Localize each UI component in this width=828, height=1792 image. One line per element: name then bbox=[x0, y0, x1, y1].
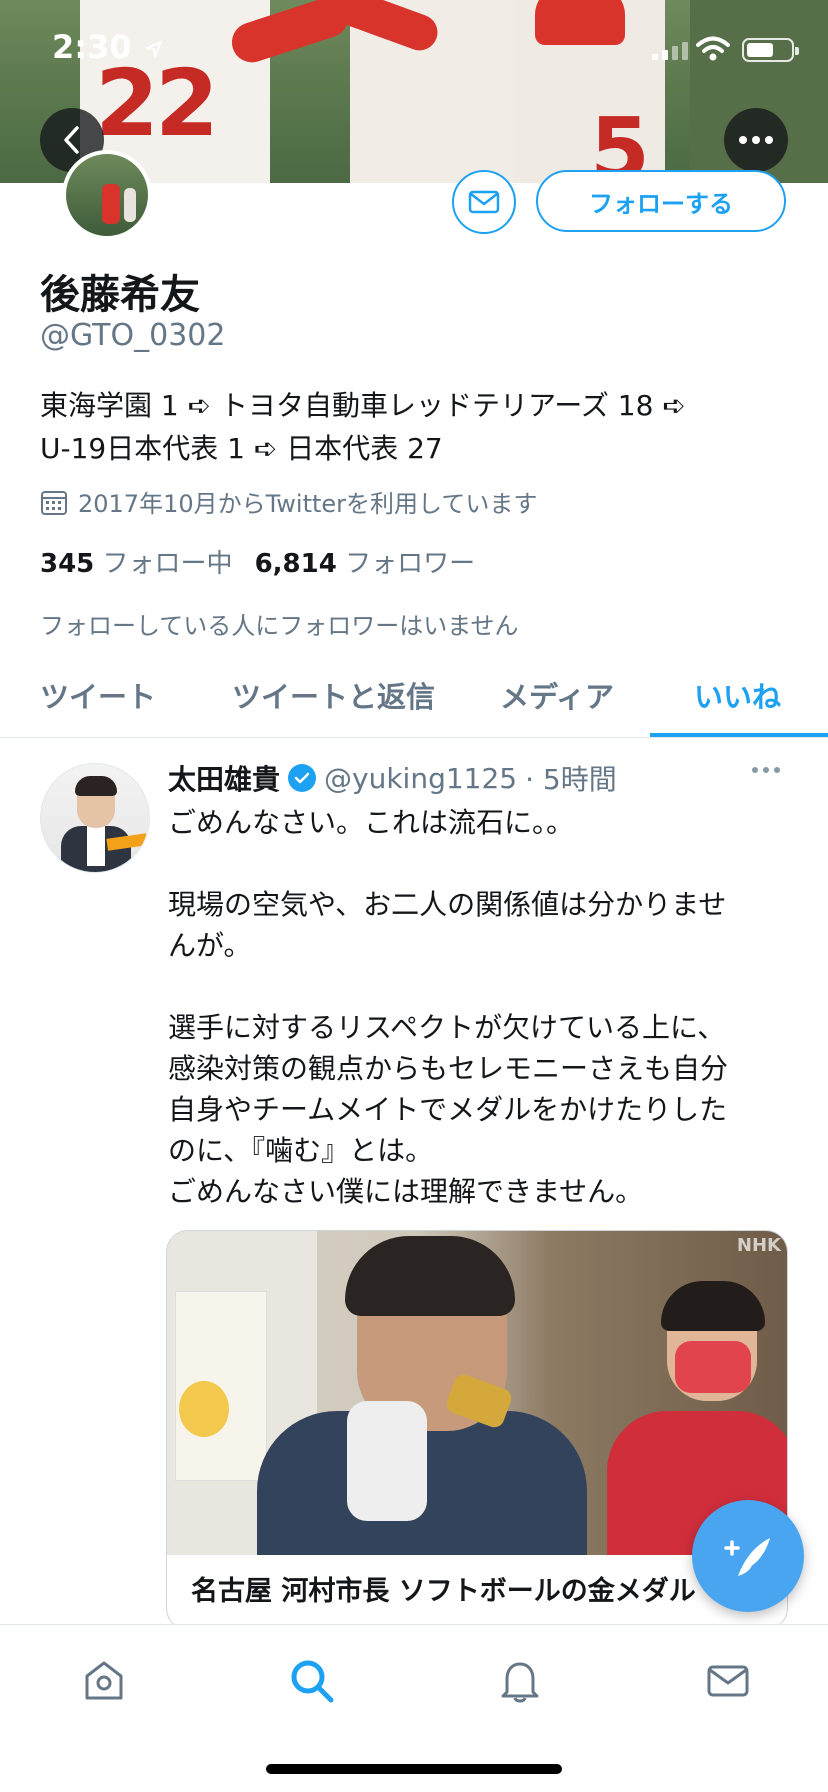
nav-home[interactable] bbox=[76, 1653, 132, 1709]
followed-by-text: フォローしている人にフォロワーはいません bbox=[40, 612, 519, 640]
profile-tabs: ツイート ツイートと返信 メディア いいね bbox=[0, 660, 828, 738]
tweet-author-avatar[interactable] bbox=[40, 763, 150, 873]
calendar-icon bbox=[41, 490, 67, 515]
nav-messages[interactable] bbox=[700, 1653, 756, 1709]
tweet-line: 感染対策の観点からもセレモニーさえも自分 bbox=[168, 1052, 729, 1085]
tweet-author-name[interactable]: 太田雄貴 bbox=[168, 758, 280, 798]
profile-avatar[interactable] bbox=[62, 150, 152, 240]
tweet-text: ごめんなさい。これは流石に。。 現場の空気や、お二人の関係値は分かりませ んが。… bbox=[168, 802, 788, 1212]
tab-tweets-and-replies[interactable]: ツイートと返信 bbox=[232, 674, 435, 716]
tweet-timestamp: · 5時間 bbox=[525, 763, 617, 796]
home-indicator bbox=[266, 1764, 562, 1774]
message-button[interactable] bbox=[452, 170, 516, 234]
tweet-line: 自身やチームメイトでメダルをかけたりした bbox=[168, 1093, 728, 1126]
profile-handle: @GTO_0302 bbox=[40, 318, 226, 353]
joined-text: 2017年10月からTwitterを利用しています bbox=[78, 490, 538, 518]
bio-line: 東海学園 1 ➪ トヨタ自動車レッドテリアーズ 18 ➪ bbox=[40, 389, 686, 422]
status-bar: 2:30 bbox=[0, 0, 828, 96]
cellular-signal-icon bbox=[652, 40, 688, 60]
link-card-image: NHK bbox=[167, 1231, 787, 1555]
search-icon bbox=[291, 1660, 334, 1703]
verified-badge-icon bbox=[288, 764, 317, 792]
compose-tweet-icon bbox=[724, 1538, 770, 1576]
location-arrow-icon bbox=[145, 41, 162, 57]
bio-line: U-19日本代表 1 ➪ 日本代表 27 bbox=[40, 432, 443, 465]
more-horizontal-icon bbox=[739, 136, 773, 144]
following-count: 345 bbox=[40, 549, 95, 579]
following-stat[interactable]: 345 フォロー中 bbox=[40, 543, 233, 580]
followers-stat[interactable]: 6,814 フォロワー bbox=[255, 543, 476, 580]
tab-media[interactable]: メディア bbox=[500, 674, 614, 716]
chevron-left-icon bbox=[64, 126, 79, 154]
follow-button[interactable]: フォローする bbox=[536, 170, 786, 232]
tab-likes[interactable]: いいね bbox=[694, 674, 781, 716]
nhk-watermark: NHK bbox=[736, 1235, 781, 1256]
status-time: 2:30 bbox=[52, 28, 163, 66]
profile-name: 後藤希友 bbox=[40, 272, 200, 318]
followers-count: 6,814 bbox=[254, 549, 337, 579]
tab-tweets[interactable]: ツイート bbox=[40, 674, 156, 716]
envelope-icon bbox=[468, 190, 500, 214]
tweet-line: ごめんなさい。これは流石に。。 bbox=[168, 806, 575, 839]
tweet-line: のに、『噛む』とは。 bbox=[168, 1134, 434, 1167]
following-label: フォロー中 bbox=[102, 549, 233, 579]
tweet-line: ごめんなさい僕には理解できません。 bbox=[168, 1175, 644, 1208]
wifi-icon bbox=[696, 36, 730, 61]
tweet-line: んが。 bbox=[168, 929, 252, 962]
followers-label: フォロワー bbox=[345, 549, 476, 579]
nav-search[interactable] bbox=[284, 1653, 340, 1709]
tweet-more-icon[interactable] bbox=[752, 760, 788, 780]
more-options-button[interactable] bbox=[724, 108, 788, 172]
tweet-line: 選手に対するリスペクトが欠けている上に、 bbox=[168, 1011, 726, 1044]
link-card-title: 名古屋 河村市長 ソフトボールの金メダル bbox=[191, 1576, 696, 1607]
profile-bio: 東海学園 1 ➪ トヨタ自動車レッドテリアーズ 18 ➪ U-19日本代表 1 … bbox=[40, 384, 780, 470]
follow-stats: 345 フォロー中 6,814 フォロワー bbox=[40, 543, 475, 580]
tweet-header: 太田雄貴 @yuking1125 · 5時間 bbox=[168, 758, 617, 798]
tweet-author-handle: @yuking1125 bbox=[324, 761, 518, 795]
joined-date: 2017年10月からTwitterを利用しています bbox=[40, 484, 537, 519]
compose-tweet-button[interactable] bbox=[692, 1500, 804, 1612]
nav-notifications[interactable] bbox=[492, 1653, 548, 1709]
active-tab-indicator bbox=[650, 733, 828, 737]
battery-icon bbox=[742, 38, 799, 62]
mail-icon bbox=[707, 1665, 749, 1697]
tweet-line: 現場の空気や、お二人の関係値は分かりませ bbox=[168, 888, 727, 921]
home-icon bbox=[85, 1661, 123, 1700]
bell-icon bbox=[501, 1662, 539, 1703]
